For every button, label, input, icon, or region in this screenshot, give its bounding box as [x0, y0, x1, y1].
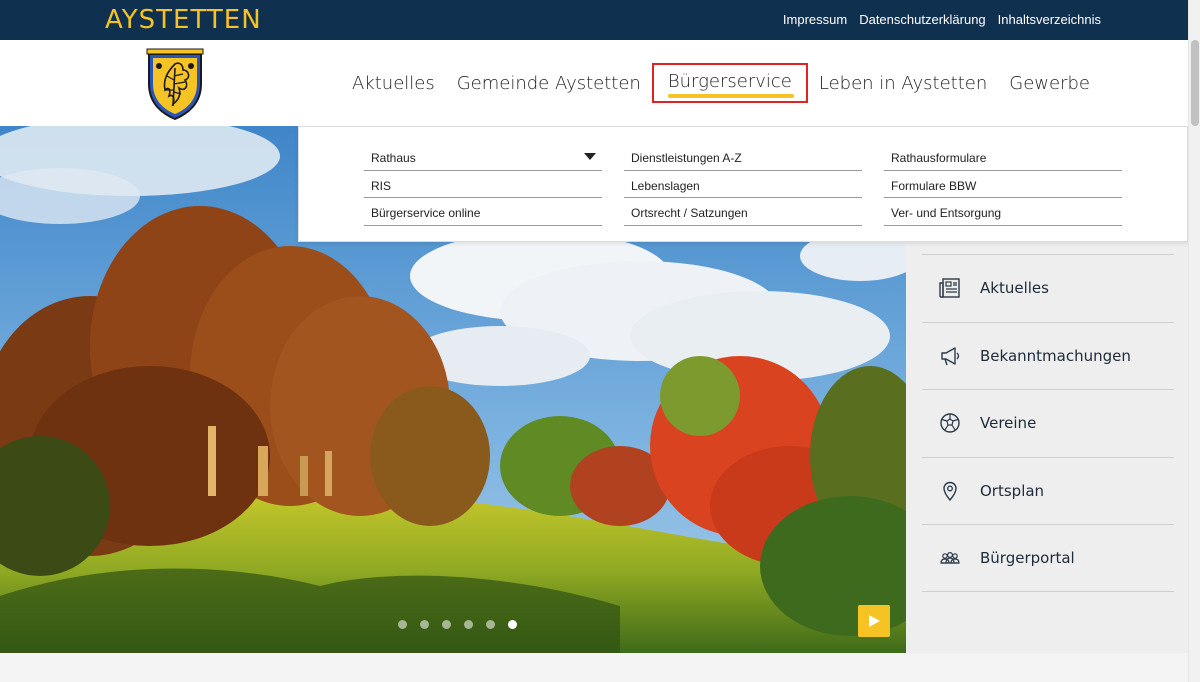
site-brand[interactable]: AYSTETTEN: [105, 5, 262, 35]
dropdown-item-formulare-bbw[interactable]: Formulare BBW: [884, 171, 1122, 198]
slider-dot[interactable]: [464, 620, 473, 629]
slider-play-button[interactable]: [858, 605, 890, 637]
header: Aktuelles Gemeinde Aystetten Bürgerservi…: [0, 40, 1188, 126]
dropdown-item-rathaus[interactable]: Rathaus: [364, 143, 602, 171]
top-bar: AYSTETTEN Impressum Datenschutzerklärung…: [0, 0, 1188, 40]
dropdown-item-label: Bürgerservice online: [371, 206, 481, 220]
newspaper-icon: [936, 274, 964, 302]
dropdown-column: Dienstleistungen A-Z Lebenslagen Ortsrec…: [624, 143, 862, 226]
quicklink-vereine[interactable]: Vereine: [922, 389, 1174, 456]
coat-of-arms-logo[interactable]: [143, 46, 207, 120]
dropdown-column: Rathausformulare Formulare BBW Ver- und …: [884, 143, 1122, 226]
dropdown-item-ris[interactable]: RIS: [364, 171, 602, 198]
slider-dots: [398, 620, 517, 629]
slider-dot[interactable]: [442, 620, 451, 629]
quicklink-bekanntmachungen[interactable]: Bekanntmachungen: [922, 322, 1174, 389]
dropdown-column: Rathaus RIS Bürgerservice online: [364, 143, 602, 226]
dropdown-item-lebenslagen[interactable]: Lebenslagen: [624, 171, 862, 198]
dropdown-item-ver-und-entsorgung[interactable]: Ver- und Entsorgung: [884, 198, 1122, 226]
quicklink-label: Aktuelles: [980, 279, 1049, 297]
dropdown-item-dienstleistungen[interactable]: Dienstleistungen A-Z: [624, 143, 862, 171]
quicklink-buergerportal[interactable]: Bürgerportal: [922, 524, 1174, 591]
impressum-link[interactable]: Impressum: [783, 12, 847, 27]
nav-leben-in-aystetten[interactable]: Leben in Aystetten: [808, 73, 998, 94]
utility-nav: Impressum Datenschutzerklärung Inhaltsve…: [783, 12, 1101, 27]
sitemap-link[interactable]: Inhaltsverzeichnis: [998, 12, 1101, 27]
quicklink-label: Vereine: [980, 414, 1037, 432]
slider-dot[interactable]: [486, 620, 495, 629]
caret-down-icon[interactable]: [584, 153, 596, 160]
quicklink-label: Bürgerportal: [980, 549, 1075, 567]
dropdown-item-label: Rathaus: [371, 151, 416, 165]
quicklink-aktuelles[interactable]: Aktuelles: [922, 254, 1174, 321]
dropdown-item-label: Rathausformulare: [891, 151, 987, 165]
nav-aktuelles[interactable]: Aktuelles: [341, 73, 446, 94]
buergerservice-dropdown: Rathaus RIS Bürgerservice online Dienstl…: [298, 126, 1188, 242]
page: AYSTETTEN Impressum Datenschutzerklärung…: [0, 0, 1200, 682]
dropdown-item-buergerservice-online[interactable]: Bürgerservice online: [364, 198, 602, 226]
dropdown-item-label: Ortsrecht / Satzungen: [631, 206, 748, 220]
people-icon: [936, 544, 964, 572]
play-icon: [869, 615, 880, 627]
quicklink-ortsplan[interactable]: Ortsplan: [922, 457, 1174, 524]
nav-gewerbe[interactable]: Gewerbe: [998, 73, 1101, 94]
slider-dot-active[interactable]: [508, 620, 517, 629]
map-pin-icon: [936, 477, 964, 505]
dropdown-item-rathausformulare[interactable]: Rathausformulare: [884, 143, 1122, 171]
dropdown-item-label: Formulare BBW: [891, 178, 977, 193]
megaphone-icon: [936, 342, 964, 370]
soccer-ball-icon: [936, 409, 964, 437]
main-nav: Aktuelles Gemeinde Aystetten Bürgerservi…: [341, 40, 1101, 126]
nav-gemeinde-aystetten[interactable]: Gemeinde Aystetten: [446, 73, 652, 94]
page-scrollbar[interactable]: [1188, 0, 1200, 682]
quicklink-label: Bekanntmachungen: [980, 347, 1131, 365]
dropdown-item-label: Ver- und Entsorgung: [891, 206, 1002, 220]
quicklinks-divider: [922, 591, 1174, 592]
quicklink-label: Ortsplan: [980, 482, 1045, 500]
slider-dot[interactable]: [420, 620, 429, 629]
nav-buergerservice[interactable]: Bürgerservice: [651, 63, 808, 103]
slider-dot[interactable]: [398, 620, 407, 629]
dropdown-item-label: Lebenslagen: [631, 178, 700, 193]
dropdown-item-ortsrecht[interactable]: Ortsrecht / Satzungen: [624, 198, 862, 226]
dropdown-item-label: RIS: [371, 178, 392, 193]
scrollbar-thumb[interactable]: [1191, 40, 1199, 126]
content-start-band: [0, 653, 1188, 682]
privacy-link[interactable]: Datenschutzerklärung: [859, 12, 985, 27]
dropdown-item-label: Dienstleistungen A-Z: [631, 151, 742, 165]
